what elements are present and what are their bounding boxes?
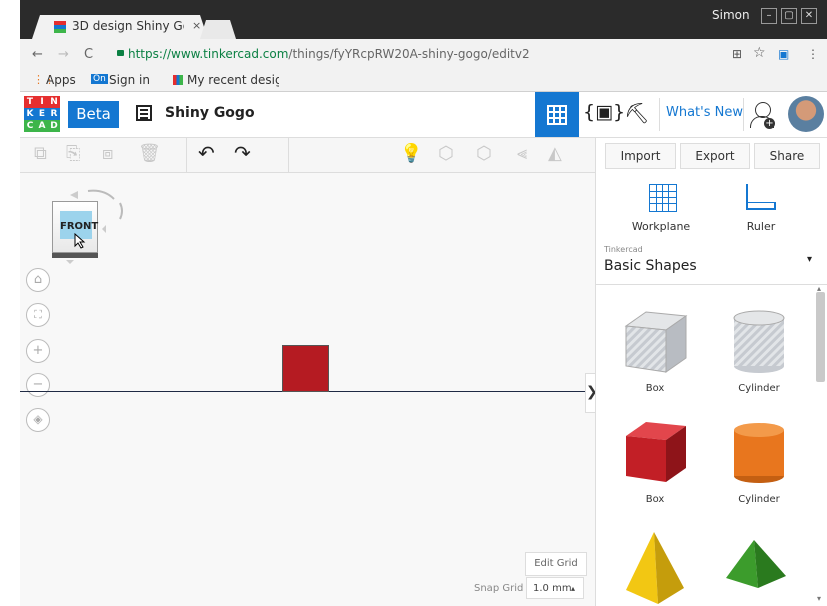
address-bar: ← → C https://www.tinkercad.com/things/f… [20, 39, 827, 71]
bookmark-recent-designs[interactable]: My recent design [187, 73, 279, 87]
onshape-icon: On [91, 74, 108, 84]
divider [596, 284, 827, 285]
extension-icon[interactable]: ▣ [778, 47, 789, 61]
title-bar: 3D design Shiny Go × Simon – ▢ ✕ [20, 0, 827, 39]
fit-view-icon[interactable]: ⛶ [26, 303, 50, 327]
light-bulb-icon[interactable]: 💡 [400, 143, 422, 164]
shape-label: Cylinder [738, 383, 780, 394]
import-button[interactable]: Import [605, 143, 676, 169]
workplane-canvas[interactable]: FRONT ⌂ ⛶ + − ◈ ❯ Edit Grid Snap Grid 1.… [20, 173, 598, 606]
edit-toolbar: ⧉ ⎘ ⧈ 🗑 ↶ ↷ 💡 ⬡ ⬡ ⫷ ◭ [20, 138, 595, 173]
zoom-in-icon[interactable]: + [26, 339, 50, 363]
scroll-down-icon[interactable]: ▾ [817, 594, 821, 603]
browser-window: 3D design Shiny Go × Simon – ▢ ✕ ← → C h… [20, 0, 827, 606]
copy-icon[interactable]: ⧉ [34, 143, 47, 164]
tinkercad-logo[interactable]: T I N K E R C A D [24, 96, 60, 132]
3d-view-button[interactable] [535, 92, 579, 137]
close-window-button[interactable]: ✕ [801, 8, 817, 24]
snap-grid-select[interactable]: 1.0 mm ▴ [526, 577, 584, 599]
workplane-icon[interactable] [649, 184, 677, 212]
zoom-out-icon[interactable]: − [26, 373, 50, 397]
export-button[interactable]: Export [680, 143, 750, 169]
green-roof-shape[interactable] [724, 538, 788, 590]
snap-grid-value: 1.0 mm [533, 583, 572, 594]
divider [288, 138, 289, 172]
divider [659, 98, 660, 131]
chrome-menu-icon[interactable]: ⋮ [807, 47, 819, 61]
shape-label: Box [645, 383, 665, 394]
tinkercad-bookmark-icon [173, 75, 183, 85]
edit-grid-button[interactable]: Edit Grid [525, 552, 587, 576]
snap-grid-label: Snap Grid [474, 583, 524, 594]
shape-label: Box [645, 494, 665, 505]
divider [186, 138, 187, 172]
tab-title: 3D design Shiny Go [72, 19, 184, 33]
tinkercad-header: T I N K E R C A D Beta Shiny Gogo {▣} ⛏ … [20, 92, 827, 138]
design-list-icon[interactable] [136, 105, 152, 121]
view-cube-label: FRONT [60, 221, 99, 232]
shape-library-select[interactable]: Basic Shapes [604, 258, 697, 274]
orange-cylinder-shape[interactable] [732, 420, 786, 486]
minimize-button[interactable]: – [761, 8, 777, 24]
view-cube-base [52, 253, 98, 258]
left-margin [0, 0, 20, 606]
maximize-button[interactable]: ▢ [781, 8, 797, 24]
new-tab-button[interactable] [200, 20, 236, 39]
align-icon[interactable]: ⫷ [517, 143, 527, 164]
red-box-shape[interactable] [282, 345, 329, 392]
ungroup-icon[interactable]: ⬡ [476, 143, 492, 164]
ortho-view-icon[interactable]: ◈ [26, 408, 50, 432]
tab-close-icon[interactable]: × [192, 19, 201, 32]
profile-name[interactable]: Simon [712, 8, 750, 22]
home-view-icon[interactable]: ⌂ [26, 268, 50, 292]
chevron-up-icon: ▴ [570, 584, 575, 593]
ruler-label[interactable]: Ruler [736, 220, 786, 233]
group-icon[interactable]: ⬡ [438, 143, 454, 164]
yellow-pyramid-shape[interactable] [624, 532, 686, 606]
bookmark-sign-in[interactable]: Sign in [109, 73, 150, 87]
lock-icon [117, 50, 124, 56]
url-field[interactable]: https://www.tinkercad.com/things/fyYRcpR… [128, 47, 530, 61]
add-user-plus-icon: + [764, 118, 775, 129]
chevron-down-icon[interactable]: ▾ [807, 254, 812, 265]
ruler-icon-base [746, 202, 776, 210]
shape-label: Cylinder [738, 494, 780, 505]
shapes-panel: Import Export Share Workplane Ruler Tink… [595, 138, 827, 606]
forward-button[interactable]: → [58, 47, 69, 62]
grid-icon [547, 105, 567, 125]
whats-new-link[interactable]: What's New [666, 105, 743, 120]
workplane-label[interactable]: Workplane [628, 220, 694, 233]
share-button[interactable]: Share [754, 143, 820, 169]
cursor-icon [74, 233, 86, 249]
bookmarks-bar: ⋮⋮ Apps On Sign in My recent design [20, 70, 827, 92]
cylinder-hole-shape[interactable] [732, 308, 786, 374]
library-source: Tinkercad [604, 245, 643, 254]
red-box-shape-thumbnail[interactable] [622, 418, 688, 484]
bookmark-apps[interactable]: Apps [46, 73, 76, 87]
reload-button[interactable]: C [84, 47, 93, 62]
pickaxe-icon[interactable]: ⛏ [624, 101, 649, 125]
beta-badge[interactable]: Beta [68, 101, 119, 128]
duplicate-icon[interactable]: ⧈ [102, 143, 113, 164]
scrollbar-thumb[interactable] [816, 292, 825, 382]
mirror-icon[interactable]: ◭ [548, 143, 562, 164]
undo-icon[interactable]: ↶ [198, 141, 215, 165]
box-hole-shape[interactable] [622, 308, 688, 374]
design-name[interactable]: Shiny Gogo [165, 105, 255, 121]
translate-icon[interactable]: ⊞ [732, 47, 742, 61]
avatar[interactable] [788, 96, 824, 132]
back-button[interactable]: ← [32, 47, 43, 62]
browser-tab[interactable]: 3D design Shiny Go × [32, 15, 208, 39]
star-icon[interactable]: ☆ [753, 45, 766, 61]
divider [743, 98, 744, 131]
delete-icon[interactable]: 🗑 [138, 143, 161, 164]
codeblocks-icon[interactable]: {▣} [583, 101, 625, 123]
redo-icon[interactable]: ↷ [234, 141, 251, 165]
tinkercad-favicon-icon [54, 21, 66, 33]
view-cube[interactable]: FRONT [52, 201, 99, 258]
paste-icon[interactable]: ⎘ [66, 143, 80, 164]
